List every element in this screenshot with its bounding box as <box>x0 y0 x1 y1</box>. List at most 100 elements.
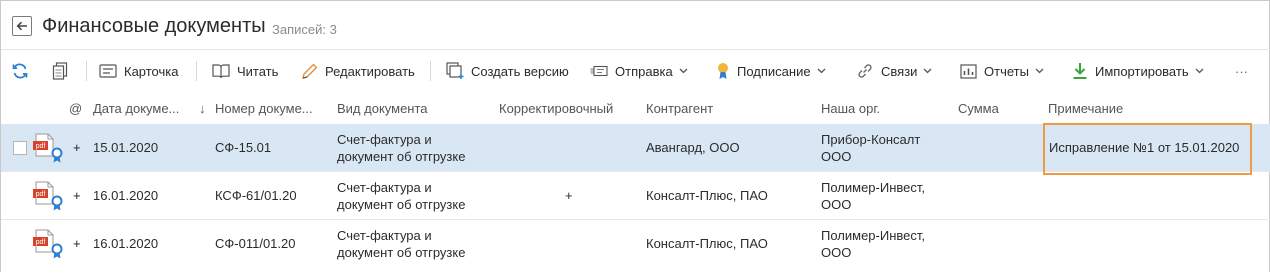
row-our-org: Полимер-Инвест, ООО <box>821 179 925 213</box>
row-note: Исправление №1 от 15.01.2020 <box>1049 140 1240 155</box>
row-doc-type: Счет-фактура и документ об отгрузке <box>337 227 465 261</box>
card-icon <box>99 64 117 78</box>
pdf-signed-icon: pdf <box>33 181 63 211</box>
row-date: 16.01.2020 <box>93 236 159 251</box>
row-doc-type-line1: Счет-фактура и <box>337 180 432 195</box>
row-counterparty: Консалт-Плюс, ПАО <box>646 188 768 203</box>
refresh-icon <box>12 63 28 79</box>
sort-arrow-icon[interactable]: ↓ <box>199 91 206 124</box>
new-version-icon <box>446 62 464 79</box>
row-counterparty: Консалт-Плюс, ПАО <box>646 236 768 251</box>
window-frame: Финансовые документы Записей: 3 Карточка <box>0 0 1270 272</box>
row-date: 16.01.2020 <box>93 188 159 203</box>
send-label: Отправка <box>615 63 673 79</box>
create-version-label: Создать версию <box>471 63 569 79</box>
svg-text:pdf: pdf <box>36 191 46 198</box>
pdf-signed-icon: pdf <box>33 133 63 163</box>
column-corrective[interactable]: Корректировочный <box>499 91 613 124</box>
row-our-org-line1: Прибор-Консалт <box>821 132 921 147</box>
arrow-left-icon <box>16 21 27 31</box>
reports-dropdown[interactable]: Отчеты <box>960 50 1044 92</box>
report-icon <box>960 63 977 79</box>
column-counterparty[interactable]: Контрагент <box>646 91 713 124</box>
pdf-signed-icon: pdf <box>33 229 63 259</box>
back-button[interactable] <box>12 16 32 36</box>
pencil-icon <box>302 63 318 79</box>
page-header: Финансовые документы Записей: 3 <box>1 1 1270 49</box>
svg-text:pdf: pdf <box>36 143 46 150</box>
card-button[interactable]: Карточка <box>99 50 178 92</box>
column-our-org[interactable]: Наша орг. <box>821 91 880 124</box>
row-date: 15.01.2020 <box>93 140 159 155</box>
create-version-button[interactable]: Создать версию <box>446 50 569 92</box>
medal-icon <box>718 63 728 79</box>
copy-icon <box>52 62 68 80</box>
column-number[interactable]: Номер докуме... <box>215 91 327 124</box>
signing-label: Подписание <box>737 63 811 79</box>
link-icon <box>858 64 872 78</box>
row-doc-type: Счет-фактура и документ об отгрузке <box>337 179 465 213</box>
import-label: Импортировать <box>1095 63 1189 79</box>
column-attachment[interactable]: @ <box>69 91 82 124</box>
row-our-org-line2: ООО <box>821 149 852 164</box>
records-count: Записей: 3 <box>272 22 337 37</box>
refresh-button[interactable] <box>11 50 29 92</box>
send-icon <box>590 65 608 77</box>
row-doc-type: Счет-фактура и документ об отгрузке <box>337 131 465 165</box>
row-attach: + <box>73 236 81 251</box>
table-row[interactable]: pdf + 16.01.2020 КСФ-61/01.20 Счет-факту… <box>1 172 1270 220</box>
toolbar-separator <box>196 61 197 81</box>
row-attach: + <box>73 140 81 155</box>
column-doc-type[interactable]: Вид документа <box>337 91 428 124</box>
row-attach: + <box>73 188 81 203</box>
more-button[interactable]: ··· <box>1235 50 1248 92</box>
toolbar-separator <box>86 61 87 81</box>
row-our-org: Полимер-Инвест, ООО <box>821 227 925 261</box>
row-corrective: + <box>565 188 573 203</box>
chevron-down-icon <box>1195 68 1204 74</box>
read-label: Читать <box>237 63 279 79</box>
edit-label: Редактировать <box>325 63 415 79</box>
row-doc-type-line1: Счет-фактура и <box>337 132 432 147</box>
row-number: СФ-15.01 <box>215 140 272 155</box>
table-row[interactable]: pdf + 15.01.2020 СФ-15.01 Счет-фактура и… <box>1 124 1270 172</box>
chevron-down-icon <box>1035 68 1044 74</box>
download-icon <box>1073 63 1087 79</box>
row-doc-type-line2: документ об отгрузке <box>337 149 466 164</box>
table-row[interactable]: pdf + 16.01.2020 СФ-011/01.20 Счет-факту… <box>1 220 1270 273</box>
signing-dropdown[interactable]: Подписание <box>716 50 826 92</box>
row-doc-type-line2: документ об отгрузке <box>337 245 466 260</box>
row-number: КСФ-61/01.20 <box>215 188 297 203</box>
column-sum[interactable]: Сумма <box>958 91 999 124</box>
import-dropdown[interactable]: Импортировать <box>1072 50 1204 92</box>
links-label: Связи <box>881 63 918 79</box>
row-our-org-line2: ООО <box>821 197 852 212</box>
row-doc-type-line2: документ об отгрузке <box>337 197 466 212</box>
row-our-org: Прибор-Консалт ООО <box>821 131 920 165</box>
chevron-down-icon <box>679 68 688 74</box>
reports-label: Отчеты <box>984 63 1029 79</box>
column-date[interactable]: Дата докуме... <box>93 91 191 124</box>
page-title: Финансовые документы <box>42 15 266 37</box>
send-dropdown[interactable]: Отправка <box>590 50 688 92</box>
chevron-down-icon <box>923 68 932 74</box>
table-header: @ Дата докуме... ↓ Номер докуме... Вид д… <box>1 91 1270 124</box>
row-checkbox[interactable] <box>13 141 27 155</box>
toolbar: Карточка Читать Редактировать Создать ве… <box>1 49 1270 91</box>
row-number: СФ-011/01.20 <box>215 236 296 251</box>
toolbar-separator <box>430 61 431 81</box>
row-our-org-line1: Полимер-Инвест, <box>821 180 925 195</box>
card-label: Карточка <box>124 63 179 79</box>
row-our-org-line2: ООО <box>821 245 852 260</box>
row-our-org-line1: Полимер-Инвест, <box>821 228 925 243</box>
column-note[interactable]: Примечание <box>1048 91 1123 124</box>
links-dropdown[interactable]: Связи <box>856 50 932 92</box>
book-icon <box>212 64 230 79</box>
copy-button[interactable] <box>52 50 68 92</box>
row-doc-type-line1: Счет-фактура и <box>337 228 432 243</box>
edit-button[interactable]: Редактировать <box>301 50 415 92</box>
more-icon: ··· <box>1235 63 1248 79</box>
row-counterparty: Авангард, ООО <box>646 140 740 155</box>
chevron-down-icon <box>817 68 826 74</box>
read-button[interactable]: Читать <box>212 50 278 92</box>
